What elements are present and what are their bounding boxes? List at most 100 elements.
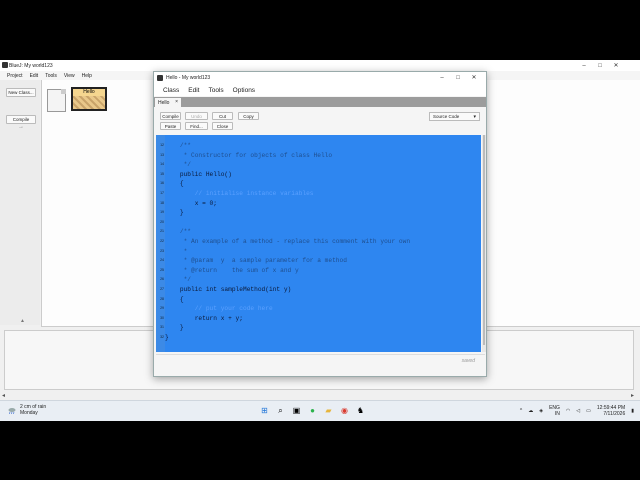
close-icon[interactable]: ✕ xyxy=(608,60,624,71)
line-number: 30 xyxy=(160,315,164,320)
minimize-icon[interactable]: – xyxy=(576,60,592,71)
editor-statusbar: saved xyxy=(156,354,485,368)
triangle-up-icon[interactable]: ▲ xyxy=(20,318,25,324)
undo-button[interactable]: Undo xyxy=(185,112,208,120)
line-number: 18 xyxy=(160,200,164,205)
code-line[interactable]: 18 x = 0; xyxy=(160,199,481,209)
security-icon[interactable]: ◈ xyxy=(539,408,543,414)
bluej-taskbar-icon[interactable]: ♞ xyxy=(354,404,367,417)
wifi-icon[interactable]: ◠ xyxy=(566,408,570,414)
menu-options[interactable]: Options xyxy=(233,87,255,94)
code-line[interactable]: 24 * @param y a sample parameter for a m… xyxy=(160,256,481,266)
code-text: } xyxy=(165,209,184,217)
search-icon[interactable]: ⌕ xyxy=(274,404,287,417)
code-line[interactable]: 29 // put your code here xyxy=(160,304,481,314)
code-text: /** xyxy=(165,142,191,149)
scroll-left-icon[interactable]: ◂ xyxy=(2,392,5,399)
language-indicator[interactable]: ENG IN xyxy=(549,405,560,417)
editor-window: Hello - My world123 – □ ✕ Class Edit Too… xyxy=(153,71,487,377)
maximize-icon[interactable]: □ xyxy=(450,72,466,83)
code-line[interactable]: 12 /** xyxy=(160,141,481,151)
code-line[interactable]: 16 { xyxy=(160,179,481,189)
bluej-window-title: BlueJ: My world123 xyxy=(9,62,53,69)
line-number: 27 xyxy=(160,287,164,291)
editor-compile-button[interactable]: Compile xyxy=(160,112,181,120)
find-button[interactable]: Find... xyxy=(185,122,208,130)
chrome-icon[interactable]: ◉ xyxy=(338,404,351,417)
code-line[interactable]: 31 } xyxy=(160,323,481,333)
menu-class[interactable]: Class xyxy=(163,87,179,94)
speaker-icon[interactable]: ◁ xyxy=(576,408,580,414)
menu-edit[interactable]: Edit xyxy=(188,87,199,94)
notification-icon[interactable]: ▮ xyxy=(631,408,634,414)
cut-button[interactable]: Cut xyxy=(212,112,233,120)
onedrive-icon[interactable]: ☁ xyxy=(528,408,533,414)
copy-button[interactable]: Copy xyxy=(238,112,259,120)
line-number: 13 xyxy=(160,152,164,157)
line-number: 14 xyxy=(160,162,164,167)
code-line[interactable]: 22 * An example of a method - replace th… xyxy=(160,237,481,247)
close-icon[interactable]: ✕ xyxy=(466,72,482,83)
editor-menubar: Class Edit Tools Options xyxy=(154,84,486,96)
code-line[interactable]: 27 public int sampleMethod(int y) xyxy=(160,285,481,295)
code-line[interactable]: 32} xyxy=(160,333,481,343)
code-line[interactable]: 13 * Constructor for objects of class He… xyxy=(160,151,481,161)
tab-close-icon[interactable]: × xyxy=(175,99,178,105)
close-button[interactable]: Close xyxy=(212,122,233,130)
task-view-icon[interactable]: ▣ xyxy=(290,404,303,417)
new-class-button[interactable]: New Class... xyxy=(6,88,36,97)
code-line[interactable]: 26 */ xyxy=(160,275,481,285)
menu-tools[interactable]: Tools xyxy=(45,73,57,79)
code-line[interactable]: 17 // initialise instance variables xyxy=(160,189,481,199)
inheritance-arrow-button[interactable]: → xyxy=(8,124,34,130)
maximize-icon[interactable]: □ xyxy=(592,60,608,71)
code-line[interactable]: 20 xyxy=(160,218,481,228)
weather-widget[interactable]: 2 cm of rain Monday xyxy=(8,404,46,416)
compile-button[interactable]: Compile xyxy=(6,115,36,124)
clock[interactable]: 12:59:44 PM 7/11/2026 xyxy=(597,405,625,417)
battery-icon[interactable]: ▭ xyxy=(586,408,591,414)
code-text: // put your code here xyxy=(165,305,273,313)
menu-edit[interactable]: Edit xyxy=(30,73,39,79)
code-text: * @return the sum of x and y xyxy=(165,266,299,274)
tab-hello[interactable]: Hello × xyxy=(155,98,181,107)
code-scrollbar[interactable] xyxy=(482,135,486,352)
line-number: 12 xyxy=(160,143,164,147)
line-number: 20 xyxy=(160,219,164,224)
view-select-value: Source Code xyxy=(433,114,460,119)
code-line[interactable]: 21 /** xyxy=(160,227,481,237)
paste-button[interactable]: Paste xyxy=(160,122,181,130)
menu-view[interactable]: View xyxy=(64,73,75,79)
line-number: 31 xyxy=(160,325,164,330)
code-text: /** xyxy=(165,228,191,236)
code-text: public Hello() xyxy=(165,170,232,178)
menu-help[interactable]: Help xyxy=(82,73,92,79)
scrollbar-thumb[interactable] xyxy=(483,135,485,345)
windows-start-icon[interactable]: ⊞ xyxy=(258,404,271,417)
code-line[interactable]: 19 } xyxy=(160,208,481,218)
code-line[interactable]: 30 return x + y; xyxy=(160,314,481,324)
code-line[interactable]: 23 * xyxy=(160,247,481,257)
weather-day: Monday xyxy=(20,410,38,416)
readme-icon[interactable] xyxy=(47,89,66,112)
menu-project[interactable]: Project xyxy=(7,73,23,79)
view-select[interactable]: Source Code ▾ xyxy=(429,112,480,121)
chevron-up-icon[interactable]: ^ xyxy=(520,408,522,414)
code-editor[interactable]: 12 /** 13 * Constructor for objects of cl… xyxy=(156,135,481,352)
save-status: saved xyxy=(461,358,475,364)
whatsapp-icon[interactable]: ● xyxy=(306,404,319,417)
file-explorer-icon[interactable]: ▰ xyxy=(322,404,335,417)
code-text-area[interactable]: 12 /** 13 * Constructor for objects of cl… xyxy=(160,135,481,352)
code-text: * @param y a sample parameter for a meth… xyxy=(165,257,347,265)
code-line[interactable]: 15 public Hello() xyxy=(160,170,481,180)
rain-icon xyxy=(8,408,16,414)
code-line[interactable]: 28 { xyxy=(160,295,481,305)
code-line[interactable]: 14 */ xyxy=(160,160,481,170)
minimize-icon[interactable]: – xyxy=(434,72,450,83)
line-number: 26 xyxy=(160,277,164,282)
menu-tools[interactable]: Tools xyxy=(208,87,223,94)
windows-taskbar: 2 cm of rain Monday ⊞ ⌕ ▣ ● ▰ ◉ ♞ ^ ☁ ◈ … xyxy=(0,400,640,421)
scroll-right-icon[interactable]: ▸ xyxy=(631,392,634,399)
class-hello[interactable]: Hello xyxy=(71,87,107,111)
code-line[interactable]: 25 * @return the sum of x and y xyxy=(160,266,481,276)
